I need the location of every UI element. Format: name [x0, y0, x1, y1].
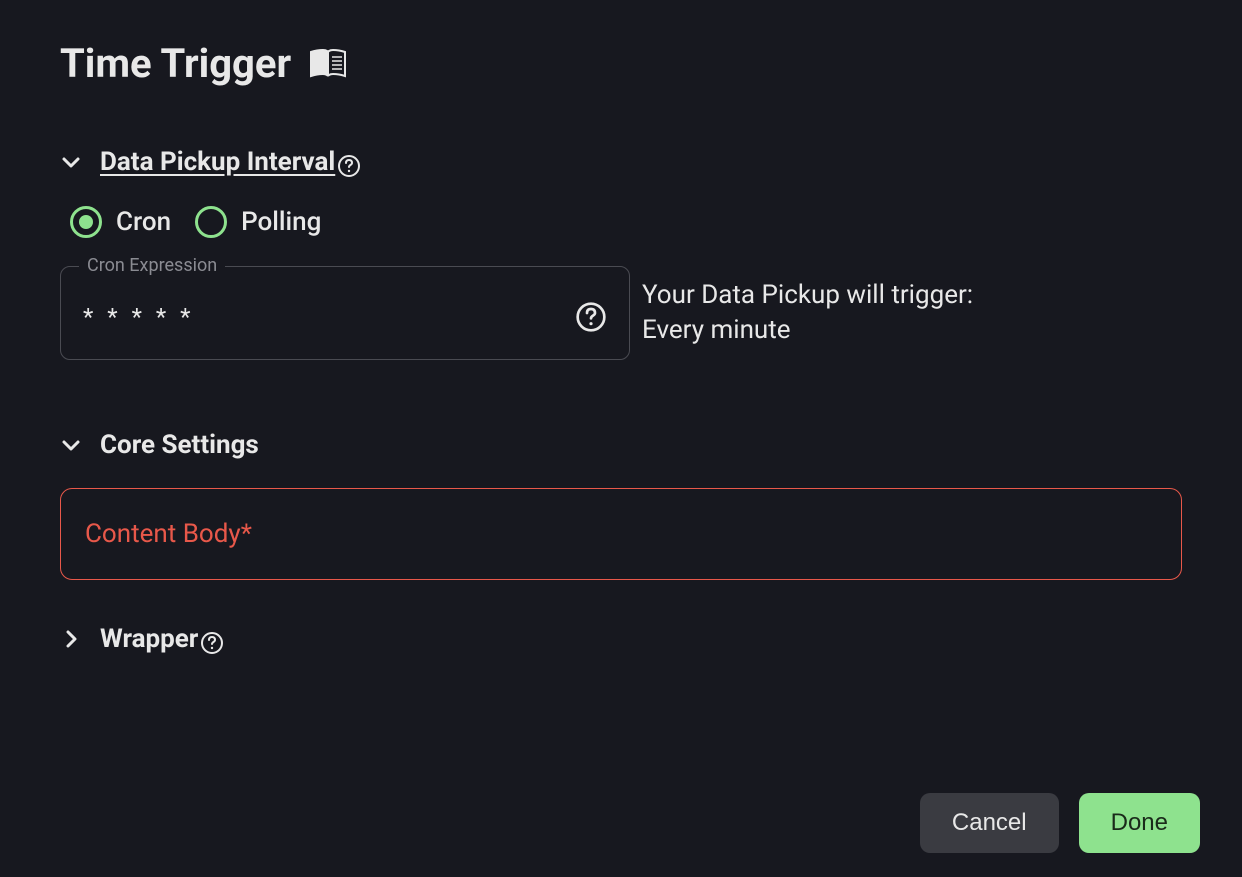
- section-label-core: Core Settings: [100, 430, 259, 460]
- content-body-label: Content Body*: [85, 519, 252, 549]
- section-header-core[interactable]: Core Settings: [60, 430, 1182, 460]
- cron-field-legend: Cron Expression: [79, 255, 225, 276]
- cancel-button[interactable]: Cancel: [920, 793, 1059, 853]
- help-icon[interactable]: [200, 631, 224, 655]
- radio-indicator: [195, 206, 227, 238]
- section-header-wrapper[interactable]: Wrapper: [60, 624, 1182, 655]
- radio-group-interval-type: Cron Polling: [70, 206, 1182, 238]
- radio-label-polling: Polling: [241, 207, 321, 237]
- cron-expression-value: * * * * *: [83, 303, 195, 331]
- page-title: Time Trigger: [60, 40, 291, 87]
- done-button[interactable]: Done: [1079, 793, 1200, 853]
- help-icon[interactable]: [575, 301, 607, 333]
- trigger-info-line1: Your Data Pickup will trigger:: [642, 278, 973, 313]
- button-row: Cancel Done: [920, 793, 1200, 853]
- chevron-right-icon: [60, 628, 82, 650]
- radio-label-cron: Cron: [116, 207, 171, 237]
- book-icon[interactable]: [309, 49, 347, 79]
- page-title-row: Time Trigger: [60, 40, 1182, 87]
- chevron-down-icon: [60, 151, 82, 173]
- section-header-data-pickup[interactable]: Data Pickup Interval: [60, 147, 1182, 178]
- radio-polling[interactable]: Polling: [195, 206, 321, 238]
- cron-expression-field[interactable]: Cron Expression * * * * *: [60, 266, 630, 360]
- trigger-info: Your Data Pickup will trigger: Every min…: [642, 278, 973, 348]
- help-icon[interactable]: [337, 154, 361, 178]
- trigger-info-line2: Every minute: [642, 313, 973, 348]
- content-body-field[interactable]: Content Body*: [60, 488, 1182, 580]
- section-label-wrapper: Wrapper: [100, 624, 198, 654]
- radio-cron[interactable]: Cron: [70, 206, 171, 238]
- radio-indicator: [70, 206, 102, 238]
- section-label-data-pickup: Data Pickup Interval: [100, 147, 335, 177]
- chevron-down-icon: [60, 434, 82, 456]
- cron-row: Cron Expression * * * * * Your Data Pick…: [60, 266, 1182, 360]
